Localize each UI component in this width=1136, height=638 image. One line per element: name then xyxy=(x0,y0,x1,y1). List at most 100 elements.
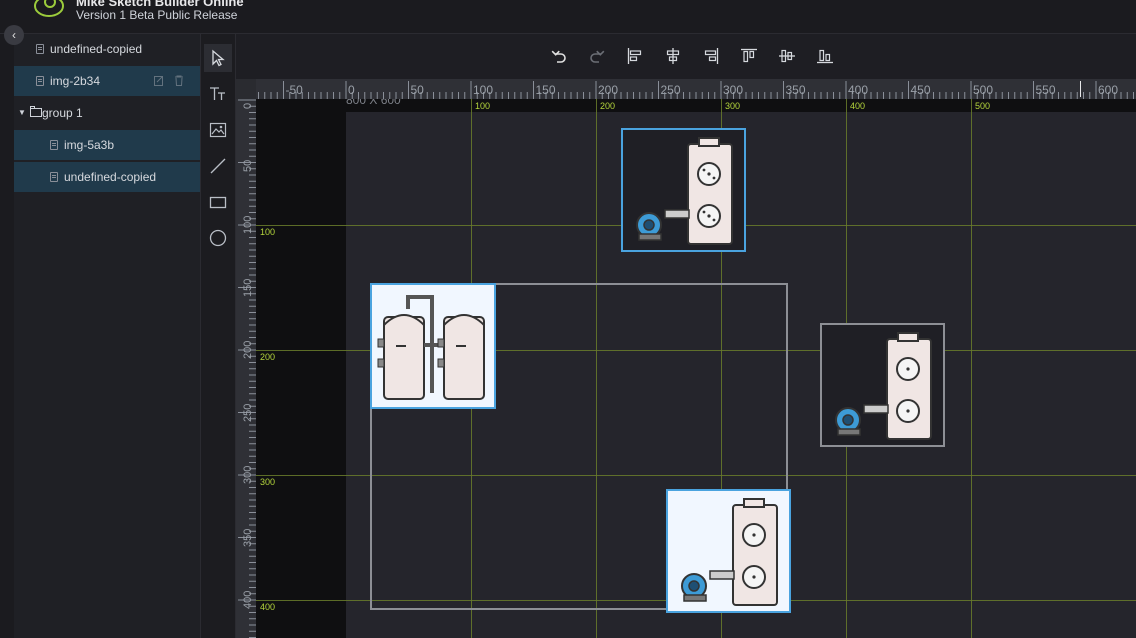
image-icon xyxy=(209,122,227,138)
folder-icon xyxy=(30,106,42,117)
ruler-top-label: 350 xyxy=(785,83,806,97)
align-bottom-icon xyxy=(817,49,833,64)
scrubber-pump-icon xyxy=(835,332,932,440)
align-bottom-button[interactable] xyxy=(814,45,836,67)
align-left-icon xyxy=(627,48,642,64)
ruler-top-ticks xyxy=(258,81,1134,99)
layer-item-img-5a3b[interactable]: img-5a3b xyxy=(14,130,200,160)
image-tool[interactable] xyxy=(204,116,232,144)
undo-button[interactable] xyxy=(548,45,570,67)
layer-item-img-2b34[interactable]: img-2b34 xyxy=(14,66,200,96)
ruler-left-label: 350 xyxy=(242,528,254,547)
layers-panel: undefined-copied img-2b34 ▼ group 1 img-… xyxy=(14,34,201,638)
select-tool[interactable] xyxy=(204,44,232,72)
scrubber-pump-icon xyxy=(681,498,778,606)
ruler-left-label: 150 xyxy=(242,278,254,297)
ruler-top-label: 150 xyxy=(535,83,556,97)
redo-icon xyxy=(590,50,605,63)
artboard-size-label: 800 X 600 xyxy=(346,99,401,107)
file-icon xyxy=(36,44,44,54)
guide-vertical-label: 300 xyxy=(725,101,741,111)
align-center-horizontal-icon xyxy=(666,48,680,64)
guide-vertical-label: 400 xyxy=(850,101,866,111)
ruler-top-label: 550 xyxy=(1035,83,1056,97)
ruler-top-label: -50 xyxy=(285,83,303,97)
double-tank-icon xyxy=(377,295,485,400)
align-center-horizontal-button[interactable] xyxy=(662,45,684,67)
align-right-button[interactable] xyxy=(700,45,722,67)
ruler-top-label: 200 xyxy=(598,83,619,97)
guide-horizontal-label: 200 xyxy=(260,352,276,362)
ruler-corner xyxy=(236,79,256,99)
line-tool[interactable] xyxy=(204,152,232,180)
layer-item-undefined-copied[interactable]: undefined-copied xyxy=(14,162,200,192)
sheep-logo-icon xyxy=(34,0,64,17)
tools-column xyxy=(201,34,236,638)
align-top-button[interactable] xyxy=(738,45,760,67)
text-icon xyxy=(210,87,225,100)
line-icon xyxy=(210,158,226,174)
layer-label: img-2b34 xyxy=(50,74,101,88)
image-object-img-2b34[interactable] xyxy=(621,128,746,252)
ruler-top-label: 50 xyxy=(410,83,424,97)
file-icon xyxy=(50,140,58,150)
rectangle-tool[interactable] xyxy=(204,188,232,216)
guide-horizontal-label: 300 xyxy=(260,477,276,487)
align-right-icon xyxy=(704,48,719,64)
layer-label: undefined-copied xyxy=(50,42,143,56)
app-header: Mike Sketch Builder Online Version 1 Bet… xyxy=(0,0,1136,34)
guide-horizontal-label: 100 xyxy=(260,227,276,237)
ruler-top-label: 0 xyxy=(348,83,355,97)
circle-icon xyxy=(209,229,227,247)
circle-tool[interactable] xyxy=(204,224,232,252)
caret-down-icon[interactable]: ▼ xyxy=(18,98,26,128)
edit-icon[interactable] xyxy=(154,75,164,86)
redo-button[interactable] xyxy=(586,45,608,67)
collapse-strip xyxy=(0,34,14,638)
ruler-top-label: 400 xyxy=(848,83,869,97)
image-object-undefined-copied-2[interactable] xyxy=(666,489,791,613)
trash-icon[interactable] xyxy=(174,75,184,86)
top-toolbar xyxy=(236,34,1136,78)
ruler-left-label: 0 xyxy=(242,102,254,109)
guide-vertical-label: 200 xyxy=(600,101,616,111)
ruler-top-label: 600 xyxy=(1098,83,1119,97)
layer-label: group 1 xyxy=(42,106,83,120)
guide-horizontal-label: 400 xyxy=(260,602,276,612)
guide-vertical-label: 100 xyxy=(475,101,491,111)
scrubber-pump-icon xyxy=(636,137,733,245)
guide-vertical-label: 500 xyxy=(975,101,991,111)
layer-label: undefined-copied xyxy=(64,170,157,184)
layer-group-1[interactable]: ▼ group 1 xyxy=(14,98,200,128)
text-tool[interactable] xyxy=(204,80,232,108)
ruler-left: 0 50 100 150 200 250 300 350 400 xyxy=(236,99,256,638)
rectangle-icon xyxy=(209,196,227,209)
file-icon xyxy=(50,172,58,182)
ruler-left-label: 400 xyxy=(242,590,254,609)
ruler-top-label: 500 xyxy=(973,83,994,97)
canvas-area[interactable]: 800 X 600 100 200 300 400 500 100 200 300 400 xyxy=(256,99,1136,638)
layer-item-undefined-copied[interactable]: undefined-copied xyxy=(14,34,200,64)
ruler-top-label: 450 xyxy=(910,83,931,97)
ruler-cursor-marker xyxy=(1080,81,1081,97)
select-arrow-icon xyxy=(212,49,225,67)
ruler-top-label: 250 xyxy=(660,83,681,97)
image-object-img-5a3b[interactable] xyxy=(370,283,496,409)
guide-vertical[interactable] xyxy=(971,99,972,638)
ruler-left-label: 200 xyxy=(242,340,254,359)
image-object-undefined-copied[interactable] xyxy=(820,323,945,447)
undo-icon xyxy=(551,50,566,63)
align-top-icon xyxy=(741,48,757,63)
ruler-left-label: 300 xyxy=(242,465,254,484)
app-version: Version 1 Beta Public Release xyxy=(76,8,238,22)
ruler-left-label: 100 xyxy=(242,215,254,234)
collapse-sidebar-button[interactable]: ‹ xyxy=(4,25,24,45)
ruler-top: -50 0 50 100 150 200 250 300 350 400 450 500 550 600 xyxy=(256,79,1136,99)
ruler-left-label: 250 xyxy=(242,403,254,422)
ruler-top-label: 300 xyxy=(723,83,744,97)
file-icon xyxy=(36,76,44,86)
layer-label: img-5a3b xyxy=(64,138,115,152)
ruler-top-label: 100 xyxy=(473,83,494,97)
align-middle-vertical-button[interactable] xyxy=(776,45,798,67)
align-left-button[interactable] xyxy=(624,45,646,67)
